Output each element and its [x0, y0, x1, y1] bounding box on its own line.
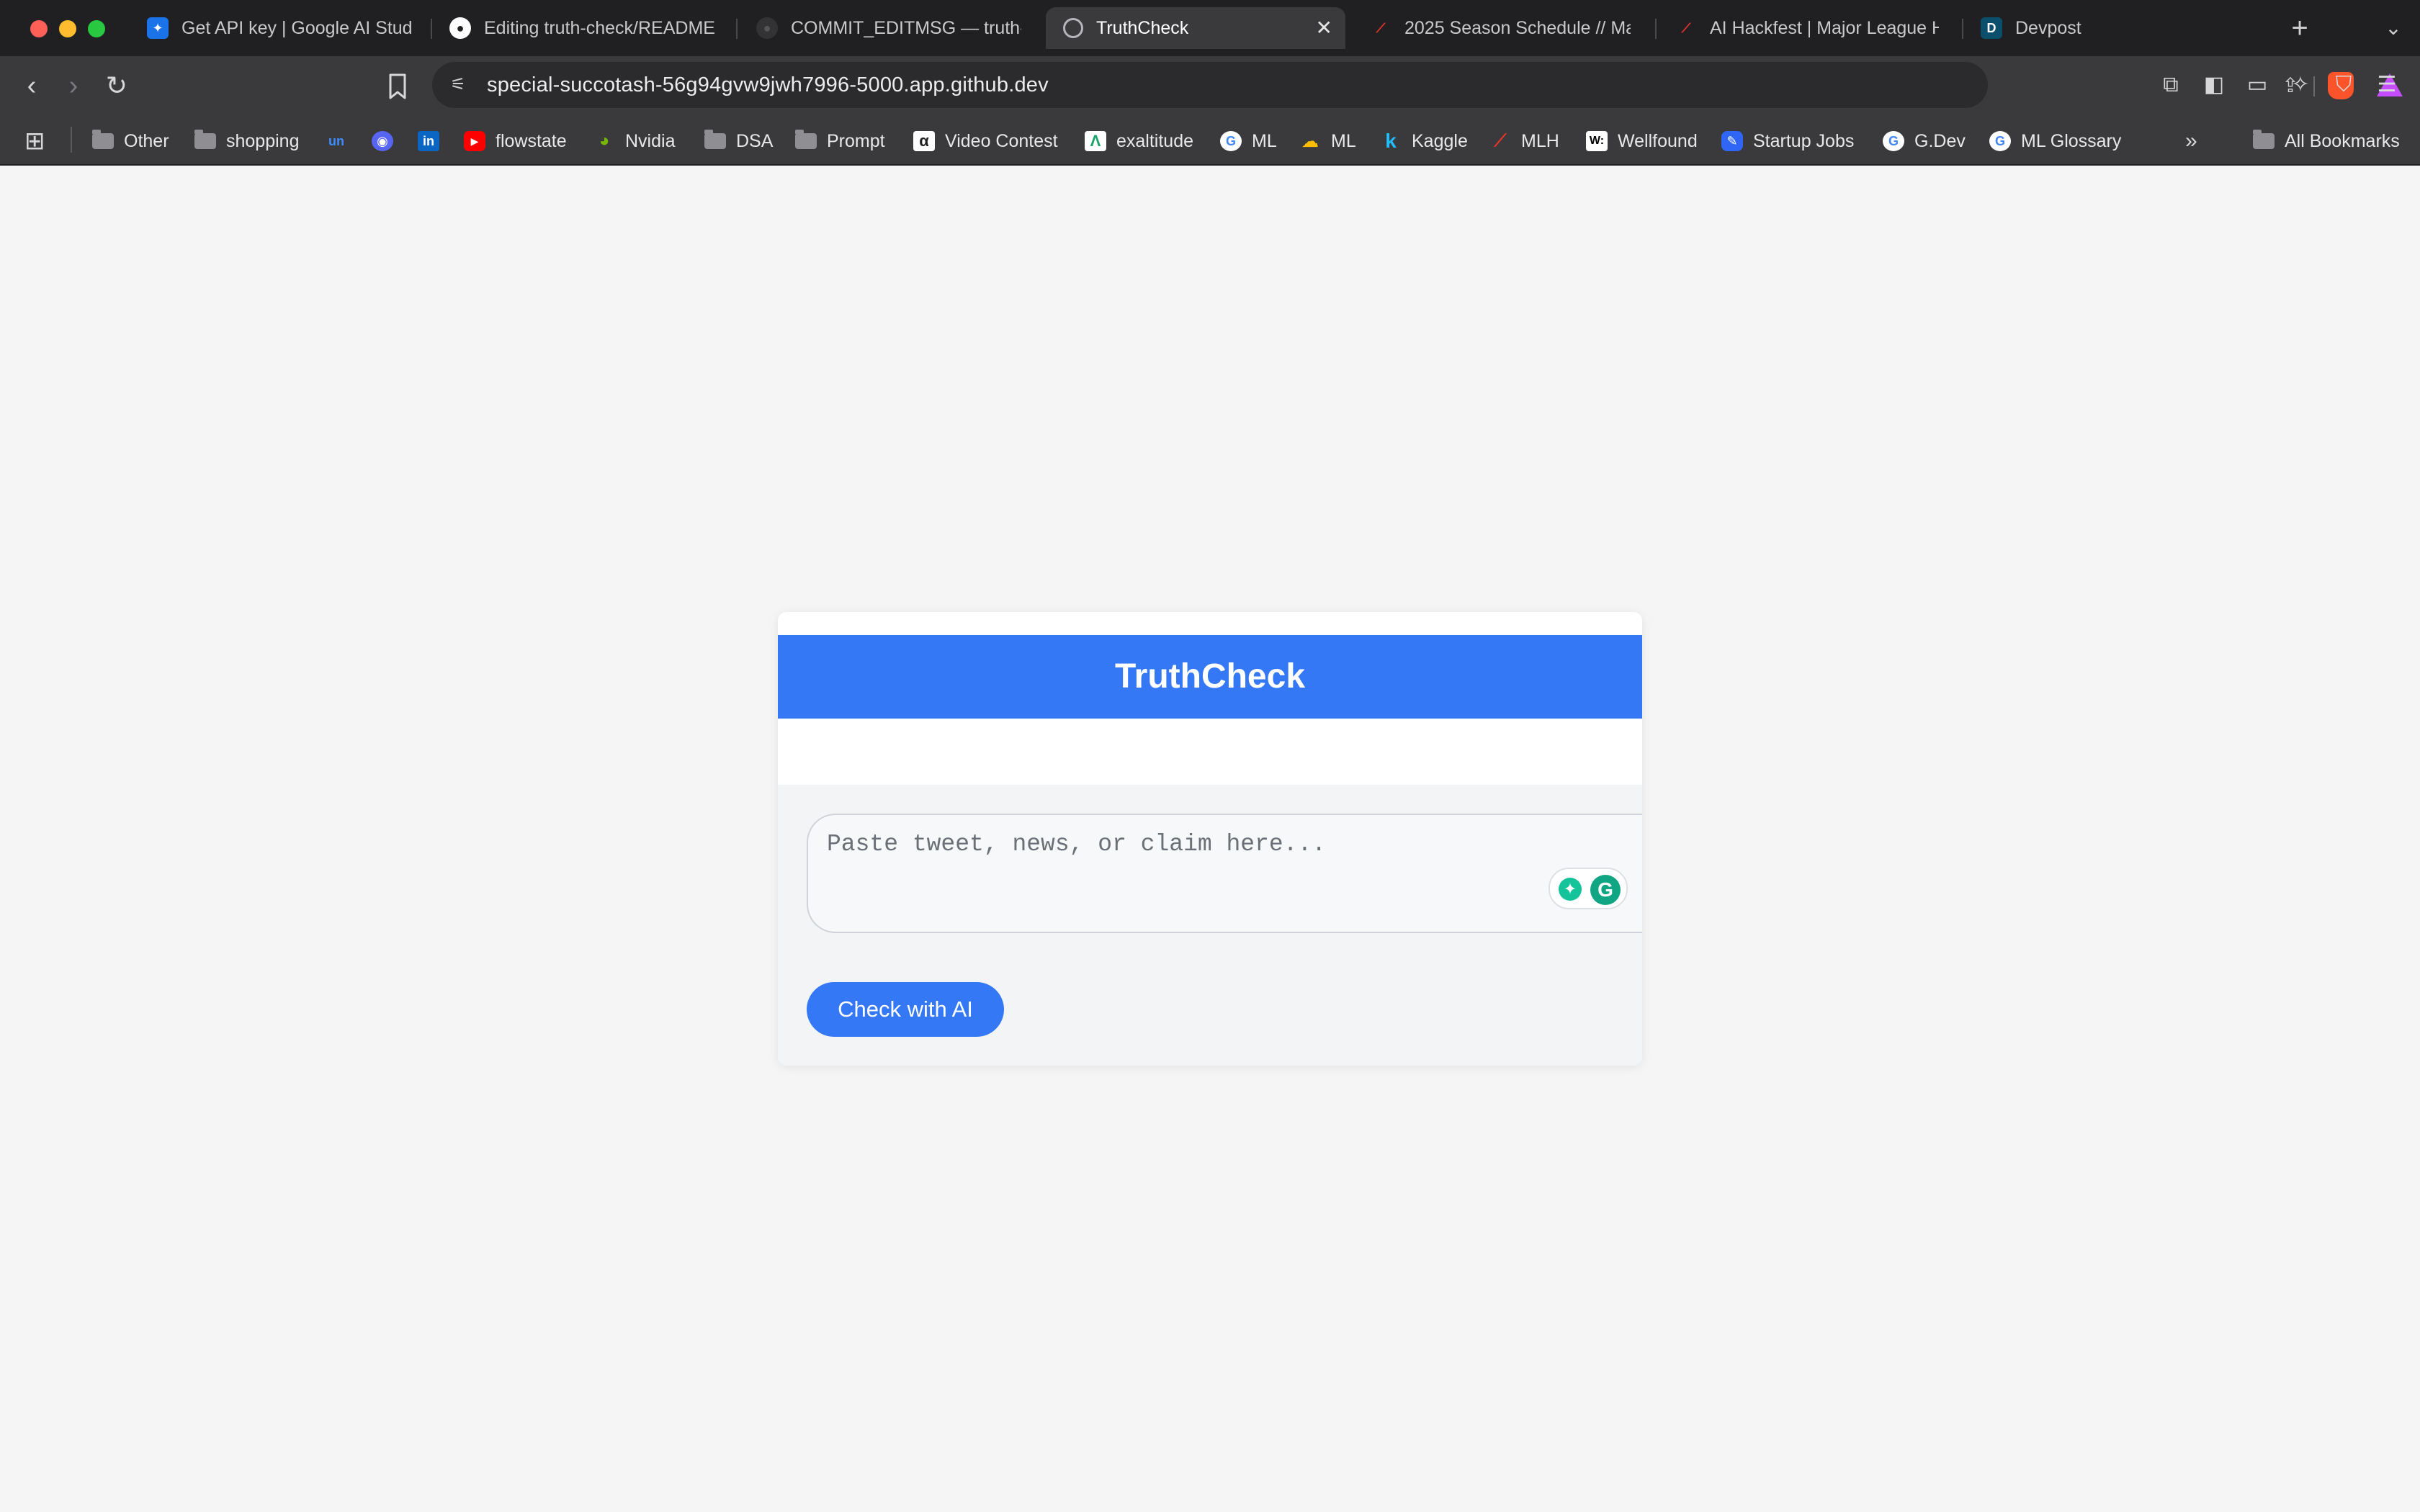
tab-ai-hackfest[interactable]: ⟋ AI Hackfest | Major League Hacking: [1658, 7, 1956, 49]
discord-icon: ◉: [372, 131, 393, 151]
devpost-icon: D: [1981, 17, 2002, 39]
folder-icon: [2253, 130, 2275, 149]
bookmark-other[interactable]: Other: [92, 127, 169, 156]
bookmark-kaggle[interactable]: k Kaggle: [1380, 127, 1468, 156]
tab-commit-editmsg[interactable]: ● COMMIT_EDITMSG — truth-check: [739, 7, 1041, 49]
lightbulb-icon[interactable]: ✦: [1559, 878, 1582, 901]
bookmark-ml-google[interactable]: G ML: [1220, 127, 1277, 156]
forward-button[interactable]: ›: [56, 69, 91, 104]
mlh-icon: ⟋: [1494, 131, 1507, 150]
wellfound-icon: W:: [1586, 131, 1608, 151]
minimize-window-button[interactable]: [59, 20, 76, 37]
tab-season-schedule[interactable]: ⟋ 2025 Season Schedule // Major League H…: [1353, 7, 1648, 49]
kaggle-icon: k: [1385, 130, 1397, 152]
nvidia-icon: ◕: [599, 131, 610, 150]
google-icon: G: [1989, 131, 2011, 151]
apps-grid-icon[interactable]: ⊞: [24, 127, 45, 156]
tab-bar: ✦ Get API key | Google AI Studio ● Editi…: [0, 0, 2420, 56]
tab-separator: [736, 19, 738, 39]
bookmark-un[interactable]: un: [324, 127, 349, 156]
sidebar-icon[interactable]: ◧: [2198, 69, 2230, 101]
bookmark-dsa[interactable]: DSA: [704, 127, 773, 156]
tab-google-ai-studio[interactable]: ✦ Get API key | Google AI Studio: [130, 7, 431, 49]
tab-list-chevron-icon[interactable]: ⌄: [2377, 12, 2410, 45]
site-settings-icon[interactable]: ⚟: [447, 73, 470, 96]
close-window-button[interactable]: [30, 20, 48, 37]
bookmarks-separator: [71, 127, 72, 153]
folder-icon: [704, 130, 726, 149]
app-title: TruthCheck: [1114, 657, 1306, 696]
bookmark-discord[interactable]: ◉: [372, 127, 393, 156]
reload-button[interactable]: ↻: [99, 69, 134, 104]
tab-separator: [1655, 19, 1657, 39]
address-bar[interactable]: ⚟ special-succotash-56g94gvw9jwh7996-500…: [432, 62, 2403, 108]
folder-icon: [194, 130, 216, 149]
github-icon: ●: [449, 17, 471, 39]
folder-icon: [92, 130, 114, 149]
alpha-icon: α: [913, 131, 935, 151]
bookmark-exaltitude[interactable]: Λ exaltitude: [1085, 127, 1193, 156]
bookmark-all-bookmarks[interactable]: All Bookmarks: [2253, 127, 2400, 156]
wallet-icon[interactable]: ▭: [2241, 69, 2273, 101]
maximize-window-button[interactable]: [88, 20, 105, 37]
truthcheck-card: TruthCheck ✦ G Check with AI: [778, 612, 1642, 1066]
browser-chrome: ✦ Get API key | Google AI Studio ● Editi…: [0, 0, 2420, 166]
check-with-ai-button[interactable]: Check with AI: [807, 982, 1004, 1037]
app-header: TruthCheck: [778, 635, 1642, 719]
bookmark-startup-jobs[interactable]: ✎ Startup Jobs: [1721, 127, 1854, 156]
tab-devpost[interactable]: D Devpost: [1963, 7, 2259, 49]
grammarly-widget[interactable]: ✦ G: [1549, 868, 1628, 909]
grammarly-icon[interactable]: G: [1590, 875, 1621, 905]
bookmark-shopping[interactable]: shopping: [194, 127, 299, 156]
bookmark-prompt[interactable]: Prompt: [795, 127, 885, 156]
startup-jobs-icon: ✎: [1721, 131, 1743, 151]
bookmark-ml-glossary[interactable]: G ML Glossary: [1989, 127, 2121, 156]
bookmark-mlh[interactable]: ⟋ MLH: [1489, 127, 1559, 156]
mlh-icon: ⟋: [1681, 20, 1691, 35]
globe-icon: [1063, 18, 1083, 38]
browser-toolbar: ‹ › ↻ ⚟ special-succotash-56g94gvw9jwh79…: [0, 56, 2420, 117]
bookmark-linkedin[interactable]: in: [418, 127, 439, 156]
leo-ai-icon[interactable]: ✧: [2285, 69, 2316, 101]
back-button[interactable]: ‹: [14, 69, 49, 104]
linkedin-icon: in: [418, 131, 439, 151]
bookmark-page-icon[interactable]: [383, 69, 412, 104]
bookmark-video-contest[interactable]: α Video Contest: [913, 127, 1058, 156]
close-tab-icon[interactable]: ✕: [1316, 16, 1332, 40]
folder-icon: [795, 130, 817, 149]
un-icon: un: [328, 133, 344, 148]
exaltitude-icon: Λ: [1085, 131, 1106, 151]
google-icon: G: [1883, 131, 1904, 151]
vpn-icon[interactable]: ⛉: [2328, 69, 2360, 101]
bookmark-gdev[interactable]: G G.Dev: [1883, 127, 1966, 156]
menu-icon[interactable]: ☰: [2371, 69, 2403, 101]
claim-input[interactable]: [807, 814, 1642, 933]
google-icon: G: [1220, 131, 1242, 151]
ai-studio-icon: ✦: [147, 17, 169, 39]
bookmark-ml-cloud[interactable]: ☁ ML: [1299, 127, 1356, 156]
tab-github-readme[interactable]: ● Editing truth-check/README: [432, 7, 735, 49]
google-cloud-icon: ☁: [1301, 131, 1319, 151]
mlh-icon: ⟋: [1376, 20, 1386, 35]
github-icon: ●: [756, 17, 778, 39]
tab-truthcheck[interactable]: TruthCheck ✕: [1046, 7, 1345, 49]
extensions-icon[interactable]: ⧉: [2155, 69, 2187, 101]
more-bookmarks-chevron-icon[interactable]: »: [2185, 127, 2197, 156]
new-tab-button[interactable]: +: [2282, 12, 2318, 48]
bookmark-flowstate[interactable]: ▶ flowstate: [464, 127, 567, 156]
bookmarks-bar: ⊞ Other shopping un ◉ in ▶ flowstate ◕ N…: [0, 117, 2420, 166]
youtube-icon: ▶: [464, 131, 485, 151]
bookmark-wellfound[interactable]: W: Wellfound: [1586, 127, 1698, 156]
address-url[interactable]: special-succotash-56g94gvw9jwh7996-5000.…: [487, 73, 1049, 97]
bookmark-nvidia[interactable]: ◕ Nvidia: [593, 127, 676, 156]
